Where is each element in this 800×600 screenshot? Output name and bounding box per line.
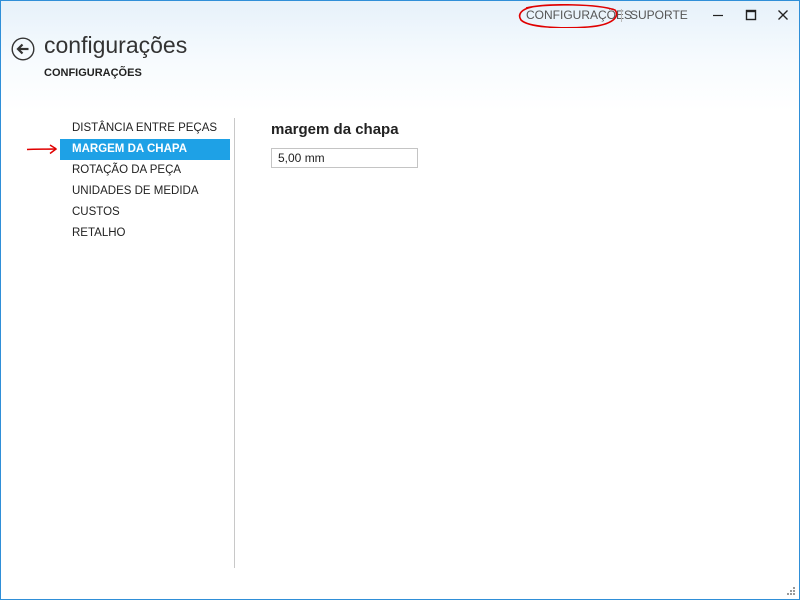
section-title: margem da chapa: [271, 121, 399, 138]
close-icon: [778, 10, 788, 20]
maximize-icon: [745, 9, 757, 21]
margin-value-input[interactable]: [271, 148, 418, 168]
maximize-button[interactable]: [736, 5, 766, 25]
sidebar-item-rotacao-da-peca[interactable]: ROTAÇÃO DA PEÇA: [60, 160, 230, 181]
close-button[interactable]: [768, 5, 798, 25]
sidebar-item-retalho[interactable]: RETALHO: [60, 223, 230, 244]
sidebar-item-custos[interactable]: CUSTOS: [60, 202, 230, 223]
annotation-arrow: [26, 144, 58, 155]
breadcrumb: CONFIGURAÇÕES: [44, 67, 142, 79]
content-divider: [234, 118, 235, 568]
top-nav-support-link[interactable]: SUPORTE: [630, 8, 688, 22]
app-window: CONFIGURAÇÕES SUPORTE configurações CONF…: [0, 0, 800, 600]
sidebar-item-unidades-de-medida[interactable]: UNIDADES DE MEDIDA: [60, 181, 230, 202]
minimize-icon: [713, 14, 723, 17]
sidebar-item-margem-da-chapa[interactable]: MARGEM DA CHAPA: [60, 139, 230, 160]
resize-grip-icon[interactable]: [786, 586, 796, 596]
minimize-button[interactable]: [703, 5, 733, 25]
settings-sidebar: DISTÂNCIA ENTRE PEÇAS MARGEM DA CHAPA RO…: [60, 118, 230, 244]
back-button[interactable]: [11, 37, 35, 61]
top-nav-separator: [621, 9, 622, 22]
page-title: configurações: [44, 32, 188, 58]
top-nav-settings-link[interactable]: CONFIGURAÇÕES: [526, 8, 632, 22]
back-arrow-icon: [11, 37, 35, 61]
sidebar-item-distancia-entre-pecas[interactable]: DISTÂNCIA ENTRE PEÇAS: [60, 118, 230, 139]
